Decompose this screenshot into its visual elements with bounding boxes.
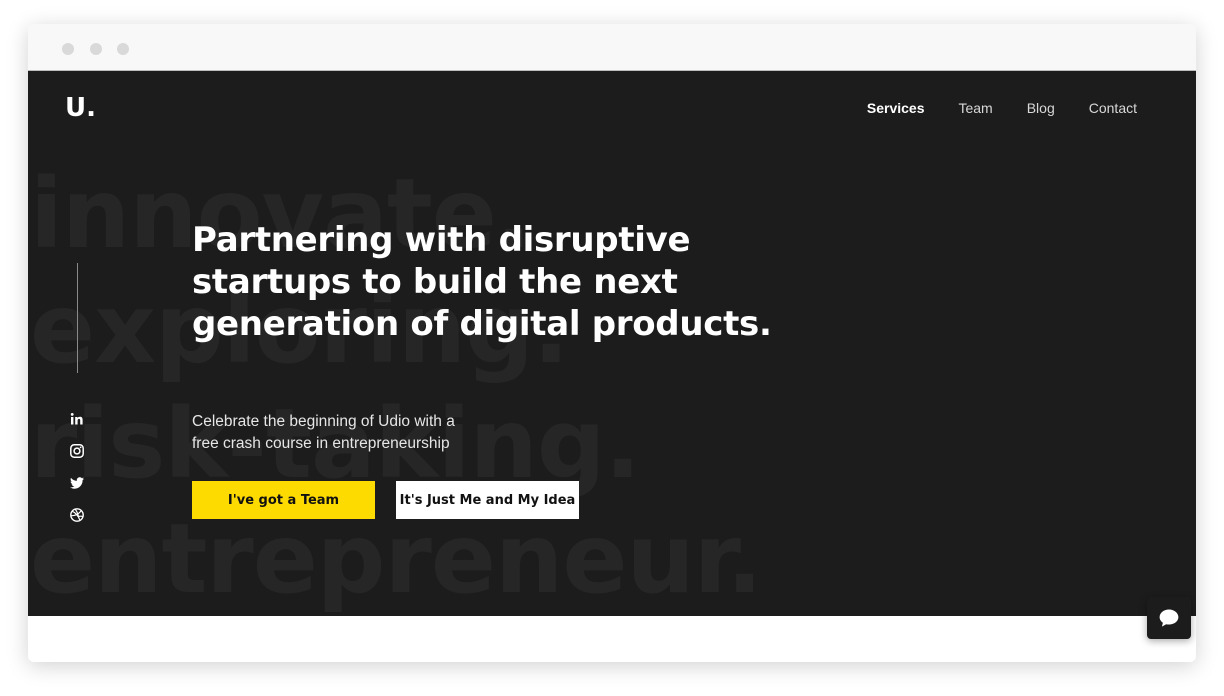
window-minimize-dot[interactable] <box>90 43 102 55</box>
nav-item-blog[interactable]: Blog <box>1027 100 1055 116</box>
window-close-dot[interactable] <box>62 43 74 55</box>
chat-widget-button[interactable] <box>1147 597 1191 639</box>
hero-section: innovate. exploring. risk-taking. entrep… <box>28 71 1196 616</box>
nav-item-services[interactable]: Services <box>867 100 925 116</box>
instagram-icon[interactable] <box>69 443 85 459</box>
site-logo[interactable]: U. <box>65 93 96 123</box>
nav-item-contact[interactable]: Contact <box>1089 100 1137 116</box>
hero-subtext: Celebrate the beginning of Udio with a f… <box>192 413 455 452</box>
browser-toolbar <box>28 24 1196 71</box>
just-me-and-my-idea-button[interactable]: It's Just Me and My Idea <box>396 481 579 519</box>
browser-window: innovate. exploring. risk-taking. entrep… <box>28 24 1196 662</box>
vertical-divider <box>77 263 78 373</box>
hero-headline: Partnering with disruptive startups to b… <box>192 220 772 344</box>
twitter-icon[interactable] <box>69 475 85 491</box>
background-word: entrepreneur. <box>30 503 763 615</box>
page-viewport: innovate. exploring. risk-taking. entrep… <box>28 71 1196 662</box>
dribbble-icon[interactable] <box>69 507 85 523</box>
nav-item-team[interactable]: Team <box>958 100 992 116</box>
linkedin-icon[interactable] <box>69 411 85 427</box>
got-a-team-button[interactable]: I've got a Team <box>192 481 375 519</box>
window-maximize-dot[interactable] <box>117 43 129 55</box>
chat-bubble-icon <box>1159 609 1179 627</box>
main-nav: Services Team Blog Contact <box>867 100 1137 116</box>
